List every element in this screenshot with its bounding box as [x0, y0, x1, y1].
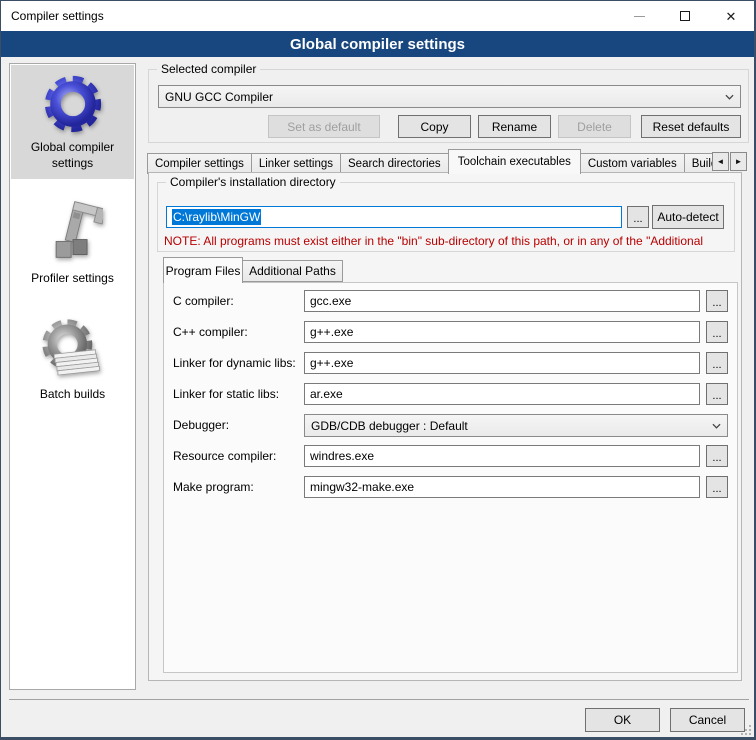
sidebar-item-batch-builds[interactable]: Batch builds — [11, 308, 134, 410]
maximize-button[interactable] — [662, 1, 708, 31]
chevron-down-icon — [712, 423, 721, 429]
resource-compiler-label: Resource compiler: — [173, 449, 276, 463]
cancel-button[interactable]: Cancel — [670, 708, 745, 732]
sidebar-item-profiler-settings[interactable]: Profiler settings — [11, 192, 134, 294]
rename-button[interactable]: Rename — [478, 115, 551, 138]
window-title: Compiler settings — [1, 9, 104, 23]
cpp-compiler-browse-button[interactable]: ... — [706, 321, 728, 343]
selected-compiler-group-label: Selected compiler — [157, 62, 260, 76]
close-button[interactable]: ✕ — [708, 1, 754, 31]
tab-search-directories[interactable]: Search directories — [340, 153, 449, 174]
reset-defaults-button[interactable]: Reset defaults — [641, 115, 741, 138]
settings-category-list: Global compiler settings Profiler settin… — [9, 63, 136, 690]
dialog-banner: Global compiler settings — [1, 31, 754, 57]
tab-build-options[interactable]: Build options — [684, 153, 713, 174]
compiler-select-value: GNU GCC Compiler — [165, 90, 273, 104]
cpp-compiler-input[interactable]: g++.exe — [304, 321, 700, 343]
sidebar-item-label: Profiler settings — [13, 270, 132, 286]
installation-directory-group-label: Compiler's installation directory — [166, 175, 340, 189]
tab-custom-variables[interactable]: Custom variables — [580, 153, 685, 174]
bin-subdirectory-note: NOTE: All programs must exist either in … — [164, 234, 733, 248]
footer-divider — [9, 699, 749, 700]
static-linker-input[interactable]: ar.exe — [304, 383, 700, 405]
compiler-tabs: Compiler settings Linker settings Search… — [147, 149, 713, 174]
delete-button[interactable]: Delete — [558, 115, 631, 138]
ok-button[interactable]: OK — [585, 708, 660, 732]
c-compiler-label: C compiler: — [173, 294, 234, 308]
close-icon: ✕ — [726, 10, 737, 23]
make-program-label: Make program: — [173, 480, 254, 494]
set-as-default-button[interactable]: Set as default — [268, 115, 380, 138]
dynamic-linker-label: Linker for dynamic libs: — [173, 356, 296, 370]
tab-compiler-settings[interactable]: Compiler settings — [147, 153, 252, 174]
tab-scroll-left-icon: ◄ — [717, 157, 725, 166]
gear-icon — [42, 73, 104, 135]
title-bar[interactable]: Compiler settings ✕ — [1, 1, 754, 31]
static-linker-browse-button[interactable]: ... — [706, 383, 728, 405]
tab-program-files[interactable]: Program Files — [163, 257, 243, 283]
minimize-button[interactable] — [616, 1, 662, 31]
maximize-icon — [680, 11, 690, 21]
tab-scroll-right-icon: ► — [735, 157, 743, 166]
caliper-icon — [43, 200, 103, 266]
installation-directory-input[interactable]: C:\raylib\MinGW — [166, 206, 622, 228]
debugger-select-value: GDB/CDB debugger : Default — [311, 419, 468, 433]
resource-compiler-input[interactable]: windres.exe — [304, 445, 700, 467]
static-linker-label: Linker for static libs: — [173, 387, 279, 401]
compiler-settings-dialog: Compiler settings ✕ Global compiler sett… — [0, 0, 756, 740]
compiler-select[interactable]: GNU GCC Compiler — [158, 85, 741, 108]
auto-detect-button[interactable]: Auto-detect — [652, 205, 724, 229]
cpp-compiler-label: C++ compiler: — [173, 325, 248, 339]
dynamic-linker-browse-button[interactable]: ... — [706, 352, 728, 374]
tab-scroll-right-button[interactable]: ► — [730, 152, 747, 171]
make-program-browse-button[interactable]: ... — [706, 476, 728, 498]
sidebar-item-global-compiler-settings[interactable]: Global compiler settings — [11, 65, 134, 179]
installation-directory-browse-button[interactable]: ... — [627, 206, 649, 228]
tab-scroll-left-button[interactable]: ◄ — [712, 152, 729, 171]
copy-button[interactable]: Copy — [398, 115, 471, 138]
chevron-down-icon — [725, 94, 734, 100]
make-program-input[interactable]: mingw32-make.exe — [304, 476, 700, 498]
dynamic-linker-input[interactable]: g++.exe — [304, 352, 700, 374]
installation-directory-value: C:\raylib\MinGW — [172, 209, 261, 225]
tab-additional-paths[interactable]: Additional Paths — [242, 260, 343, 282]
sidebar-item-label: Global compiler settings — [13, 139, 132, 171]
c-compiler-input[interactable]: gcc.exe — [304, 290, 700, 312]
c-compiler-browse-button[interactable]: ... — [706, 290, 728, 312]
resource-compiler-browse-button[interactable]: ... — [706, 445, 728, 467]
banner-title: Global compiler settings — [290, 36, 465, 53]
tab-toolchain-executables[interactable]: Toolchain executables — [448, 149, 581, 174]
debugger-select[interactable]: GDB/CDB debugger : Default — [304, 414, 728, 437]
sidebar-item-label: Batch builds — [13, 386, 132, 402]
tab-linker-settings[interactable]: Linker settings — [251, 153, 341, 174]
minimize-icon — [634, 16, 645, 17]
batch-gear-icon — [41, 316, 105, 382]
debugger-label: Debugger: — [173, 418, 229, 432]
